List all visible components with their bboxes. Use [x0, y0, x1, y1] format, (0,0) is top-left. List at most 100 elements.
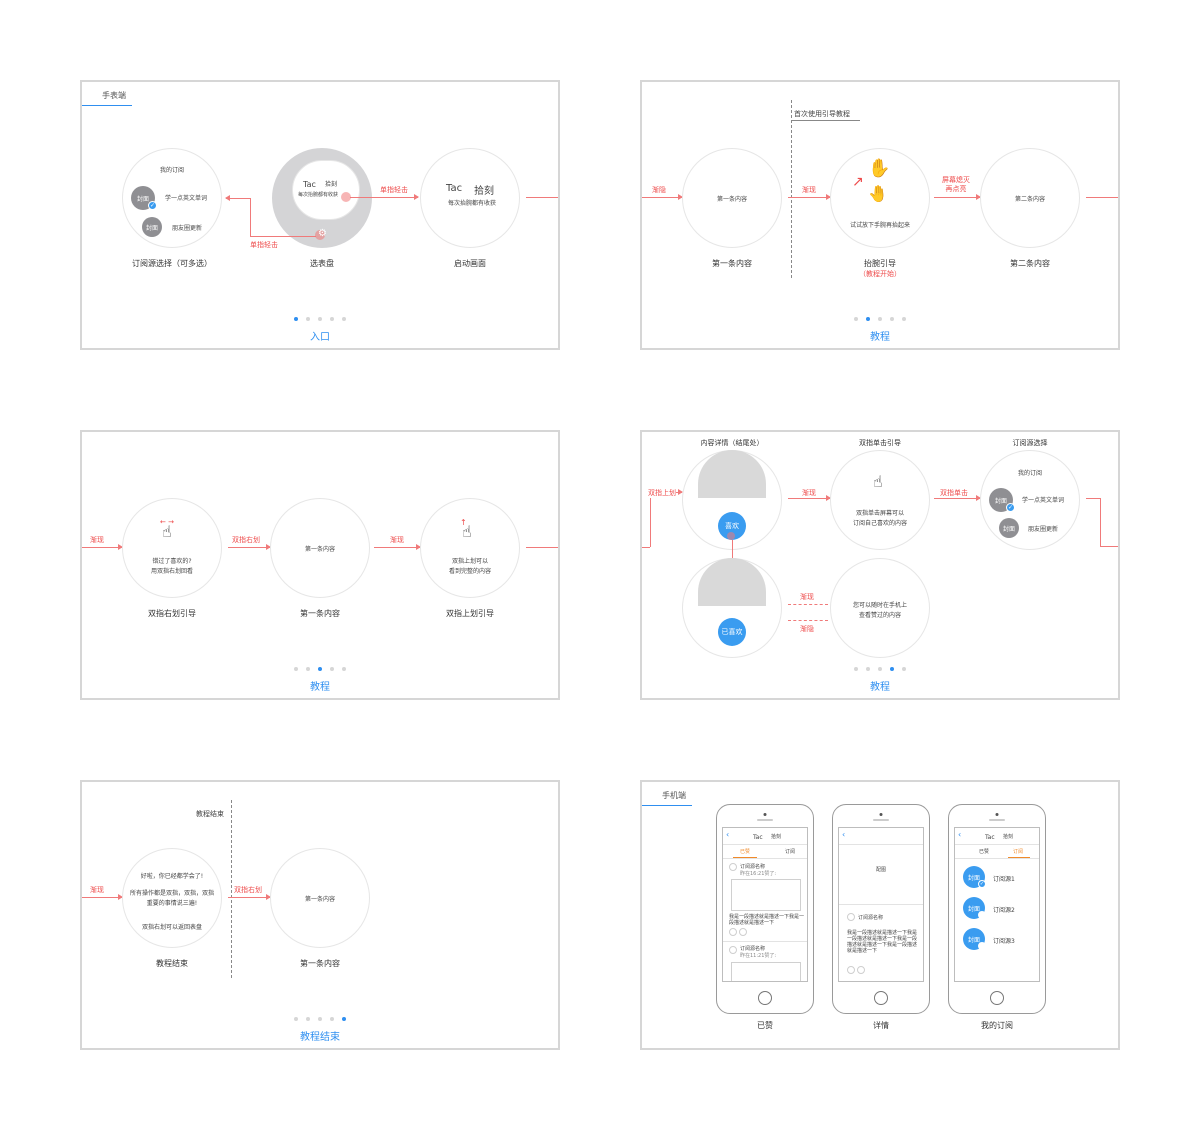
- page-dot[interactable]: [306, 317, 310, 321]
- page-dot[interactable]: [342, 667, 346, 671]
- page-dot[interactable]: [342, 1017, 346, 1021]
- caption-raise: 抬腕引导: [864, 259, 896, 268]
- cover-avatar[interactable]: 封面: [142, 217, 162, 237]
- arrow-forward: [788, 495, 831, 501]
- source-avatar: [729, 863, 737, 871]
- page-dot[interactable]: [330, 667, 334, 671]
- liked-time: 昨在11:21赞了:: [740, 953, 777, 959]
- double-tap-tip: 双指单击屏幕可以: [855, 510, 905, 517]
- page-dot[interactable]: [318, 317, 322, 321]
- page-dot[interactable]: [294, 1017, 298, 1021]
- page-dot[interactable]: [306, 1017, 310, 1021]
- tab-liked[interactable]: 已赞: [979, 848, 989, 855]
- caption-detail: 详情: [873, 1021, 889, 1030]
- dial-brand: Tac: [303, 180, 316, 189]
- arrow-connector: [650, 492, 651, 547]
- phone-speaker: [757, 819, 773, 821]
- page-dot[interactable]: [890, 667, 894, 671]
- arrow-forward: [788, 194, 831, 200]
- arrow-forward: [228, 894, 271, 900]
- page-dot[interactable]: [866, 317, 870, 321]
- page-dot[interactable]: [902, 317, 906, 321]
- page-dot[interactable]: [306, 667, 310, 671]
- tab-subscription[interactable]: 订阅: [1013, 848, 1023, 855]
- content-desc: 我是一段描述就是描述一下我是一段描述就是描述一下: [729, 914, 805, 926]
- page-dot[interactable]: [318, 1017, 322, 1021]
- exit-line: [1086, 197, 1118, 198]
- pagination[interactable]: [294, 1017, 346, 1021]
- page-dot[interactable]: [866, 667, 870, 671]
- subscription-item-1[interactable]: 学一点英文单词: [165, 193, 207, 202]
- page-dot[interactable]: [902, 667, 906, 671]
- launch-subtitle: 每次抬腕都有收获: [448, 200, 497, 207]
- end-message: 好啦，你已经都学会了!: [140, 873, 204, 880]
- action-icon[interactable]: [739, 928, 747, 936]
- gear-icon[interactable]: ⚙: [318, 228, 327, 239]
- content-label: 第一条内容: [716, 196, 748, 203]
- back-icon[interactable]: ‹: [726, 830, 729, 839]
- subscription-item-1[interactable]: 学一点英文单词: [1022, 495, 1064, 504]
- home-button[interactable]: [990, 991, 1004, 1005]
- panel-title: 教程: [870, 682, 890, 693]
- hand-wrist-icon: 🤚: [868, 184, 888, 203]
- page-dot[interactable]: [330, 1017, 334, 1021]
- phone-camera: [763, 813, 767, 816]
- cover-avatar[interactable]: 封面: [999, 518, 1019, 538]
- page-dot[interactable]: [878, 667, 882, 671]
- phone-screen: ‹ Tac 拾刻 已赞 订阅 订阅源名称 昨在16:21赞了: 我是一段描述就是…: [722, 827, 808, 982]
- panel-tutorial-swipe: 渐现 ☝ ← → 错过了喜欢的? 用双指右划回看 双指右划引导 双指右划 第一条…: [80, 430, 560, 700]
- heading-subscription: 订阅源选择: [1012, 439, 1048, 447]
- subscription-source[interactable]: 订阅源2: [993, 905, 1015, 914]
- divider: [723, 858, 807, 859]
- watch-dial-inner[interactable]: [292, 160, 360, 220]
- page-dot[interactable]: [294, 667, 298, 671]
- pagination[interactable]: [294, 317, 346, 321]
- subscription-item-2[interactable]: 朋友圈更新: [1028, 524, 1058, 533]
- tab-subscription[interactable]: 订阅: [785, 848, 795, 855]
- page-dot[interactable]: [330, 317, 334, 321]
- home-button[interactable]: [874, 991, 888, 1005]
- caption-content: 第一条内容: [300, 959, 340, 968]
- page-dot[interactable]: [342, 317, 346, 321]
- action-icon[interactable]: [857, 966, 865, 974]
- content-image: [731, 879, 801, 911]
- phone-speaker: [873, 819, 889, 821]
- back-icon[interactable]: ‹: [842, 830, 845, 839]
- panel-tutorial-end: 教程结束 渐现 好啦，你已经都学会了! 所有操作都是双指，双指，双指 重要的事情…: [80, 780, 560, 1050]
- caption-liked: 已赞: [757, 1021, 773, 1030]
- tab-liked[interactable]: 已赞: [740, 848, 750, 855]
- app-title-moment: 拾刻: [1003, 834, 1014, 840]
- arrow-in: [82, 544, 123, 550]
- dial-moment: 拾刻: [325, 181, 338, 188]
- arrow-back: [225, 195, 250, 201]
- page-dot[interactable]: [890, 317, 894, 321]
- action-icon[interactable]: [729, 928, 737, 936]
- liked-button[interactable]: 已喜欢: [718, 618, 746, 646]
- home-button[interactable]: [758, 991, 772, 1005]
- watch-screen-swipe-up: [420, 498, 520, 598]
- page-dot[interactable]: [878, 317, 882, 321]
- page-dot[interactable]: [294, 317, 298, 321]
- action-icon[interactable]: [847, 966, 855, 974]
- page-dot[interactable]: [854, 317, 858, 321]
- pagination[interactable]: [854, 317, 906, 321]
- pagination[interactable]: [854, 667, 906, 671]
- swipe-right-label: 双指右划: [232, 536, 260, 544]
- fade-in-label: 渐现: [802, 489, 816, 497]
- subscription-source[interactable]: 订阅源3: [993, 936, 1015, 945]
- arrow-up-icon: ↑: [460, 518, 467, 527]
- exit-line: [1100, 498, 1101, 546]
- exit-line: [1086, 498, 1100, 499]
- source-avatar: [847, 913, 855, 921]
- subscription-source[interactable]: 订阅源1: [993, 874, 1015, 883]
- subscription-item-2[interactable]: 朋友圈更新: [172, 223, 202, 232]
- page-dot[interactable]: [318, 667, 322, 671]
- swipe-right-tip: 错过了喜欢的?: [152, 558, 192, 565]
- swipe-up-label: 双指上划: [648, 488, 676, 498]
- pagination[interactable]: [294, 667, 346, 671]
- panel-title: 教程结束: [300, 1032, 340, 1043]
- check-icon: [978, 942, 986, 950]
- page-dot[interactable]: [854, 667, 858, 671]
- phone-hint: 您可以随时在手机上: [852, 602, 908, 609]
- back-icon[interactable]: ‹: [958, 830, 961, 839]
